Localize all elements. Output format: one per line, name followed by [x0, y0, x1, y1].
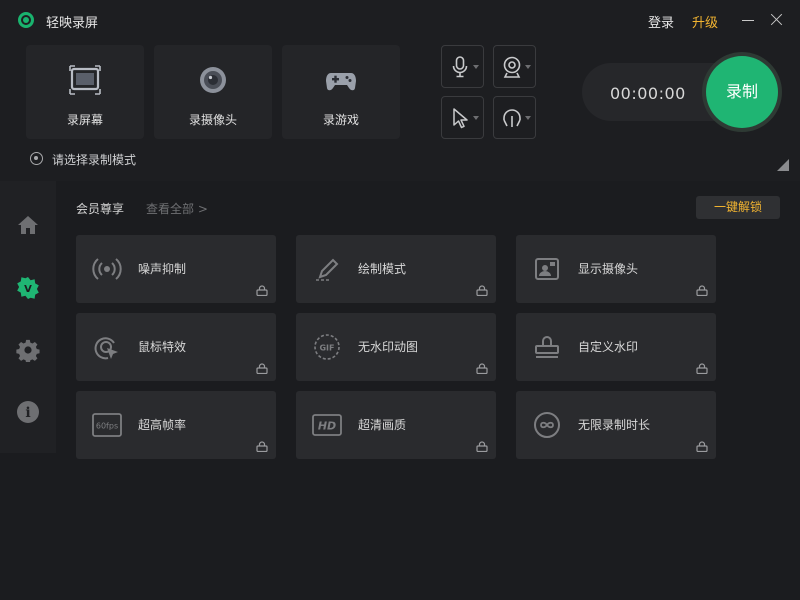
- feature-label: 超清画质: [358, 418, 407, 432]
- svg-text:60fps: 60fps: [96, 422, 118, 431]
- svg-text:HD: HD: [318, 420, 336, 433]
- info-icon[interactable]: i: [16, 400, 40, 424]
- camera-icon: [503, 56, 521, 78]
- mode-label: 录摄像头: [188, 113, 237, 127]
- target-icon: [30, 152, 43, 165]
- unlock-all-button[interactable]: 一键解锁: [696, 196, 780, 219]
- app-title: 轻映录屏: [46, 16, 99, 31]
- record-button[interactable]: 录制: [706, 56, 778, 128]
- svg-text:GIF: GIF: [319, 344, 334, 353]
- feature-label: 绘制模式: [358, 262, 407, 276]
- feature-card-gif[interactable]: GIF 无水印动图: [296, 313, 496, 381]
- minimize-button[interactable]: [740, 10, 756, 30]
- chevron-down-icon: [525, 65, 531, 69]
- gamepad-icon: [326, 73, 356, 91]
- app-logo-icon: [18, 12, 34, 28]
- lock-icon: [696, 285, 708, 296]
- svg-text:i: i: [25, 405, 30, 421]
- mouse-effect-icon: [94, 337, 118, 360]
- view-all-link[interactable]: 查看全部 >: [146, 200, 208, 217]
- mode-record-game[interactable]: 录游戏: [282, 45, 400, 139]
- chevron-down-icon: [473, 116, 479, 120]
- expand-corner-icon[interactable]: [777, 159, 789, 171]
- feature-label: 自定义水印: [578, 340, 639, 354]
- feature-card-custom-watermark[interactable]: 自定义水印: [516, 313, 716, 381]
- feature-label: 无水印动图: [358, 340, 419, 354]
- lock-icon: [256, 363, 268, 374]
- lock-icon: [476, 441, 488, 452]
- settings-icon[interactable]: [16, 338, 40, 362]
- mode-record-screen[interactable]: 录屏幕: [26, 45, 144, 139]
- chevron-down-icon: [473, 65, 479, 69]
- screen-icon: [69, 65, 101, 95]
- lock-icon: [256, 285, 268, 296]
- mode-label: 录游戏: [322, 113, 359, 127]
- feature-card-draw-mode[interactable]: 绘制模式: [296, 235, 496, 303]
- lock-icon: [476, 285, 488, 296]
- mode-record-webcam[interactable]: 录摄像头: [154, 45, 272, 139]
- lock-icon: [696, 363, 708, 374]
- draw-mode-icon: [316, 258, 339, 281]
- infinite-icon: [534, 412, 560, 438]
- stamp-icon: [535, 336, 559, 358]
- feature-card-mouse-effect[interactable]: 鼠标特效: [76, 313, 276, 381]
- cursor-icon: [453, 108, 468, 129]
- noise-suppression-icon: [92, 258, 122, 280]
- title-bar: 轻映录屏 登录 升级: [0, 0, 800, 40]
- microphone-icon: [452, 56, 468, 78]
- hd-icon: HD: [312, 414, 342, 436]
- audio-output-button[interactable]: [493, 96, 536, 139]
- feature-label: 显示摄像头: [578, 262, 639, 276]
- webcam-icon: [200, 67, 226, 93]
- camera-button[interactable]: [493, 45, 536, 88]
- close-button[interactable]: [768, 10, 784, 30]
- fps-icon: 60fps: [92, 413, 122, 437]
- mode-hint: 请选择录制模式: [52, 153, 137, 167]
- lock-icon: [256, 441, 268, 452]
- sidebar: V i: [0, 181, 56, 453]
- svg-text:V: V: [24, 284, 32, 295]
- microphone-button[interactable]: [441, 45, 484, 88]
- lock-icon: [476, 363, 488, 374]
- home-icon[interactable]: [16, 213, 40, 237]
- cursor-button[interactable]: [441, 96, 484, 139]
- chevron-down-icon: [525, 116, 531, 120]
- feature-card-show-camera[interactable]: 显示摄像头: [516, 235, 716, 303]
- audio-output-icon: [503, 109, 521, 127]
- lock-icon: [696, 441, 708, 452]
- feature-label: 噪声抑制: [138, 262, 187, 276]
- vip-icon[interactable]: V: [16, 276, 40, 300]
- feature-label: 鼠标特效: [138, 340, 187, 354]
- feature-card-unlimited-duration[interactable]: 无限录制时长: [516, 391, 716, 459]
- upgrade-link[interactable]: 升级: [692, 12, 718, 31]
- feature-card-noise-suppression[interactable]: 噪声抑制: [76, 235, 276, 303]
- mode-label: 录屏幕: [66, 113, 103, 127]
- feature-label: 超高帧率: [138, 418, 187, 432]
- gif-icon: GIF: [314, 334, 340, 360]
- feature-card-hd[interactable]: HD 超清画质: [296, 391, 496, 459]
- show-camera-icon: [535, 258, 559, 280]
- section-title: 会员尊享: [76, 202, 125, 216]
- feature-card-high-fps[interactable]: 60fps 超高帧率: [76, 391, 276, 459]
- login-link[interactable]: 登录: [648, 12, 674, 31]
- record-timer: 00:00:00: [610, 84, 686, 103]
- feature-label: 无限录制时长: [578, 418, 651, 432]
